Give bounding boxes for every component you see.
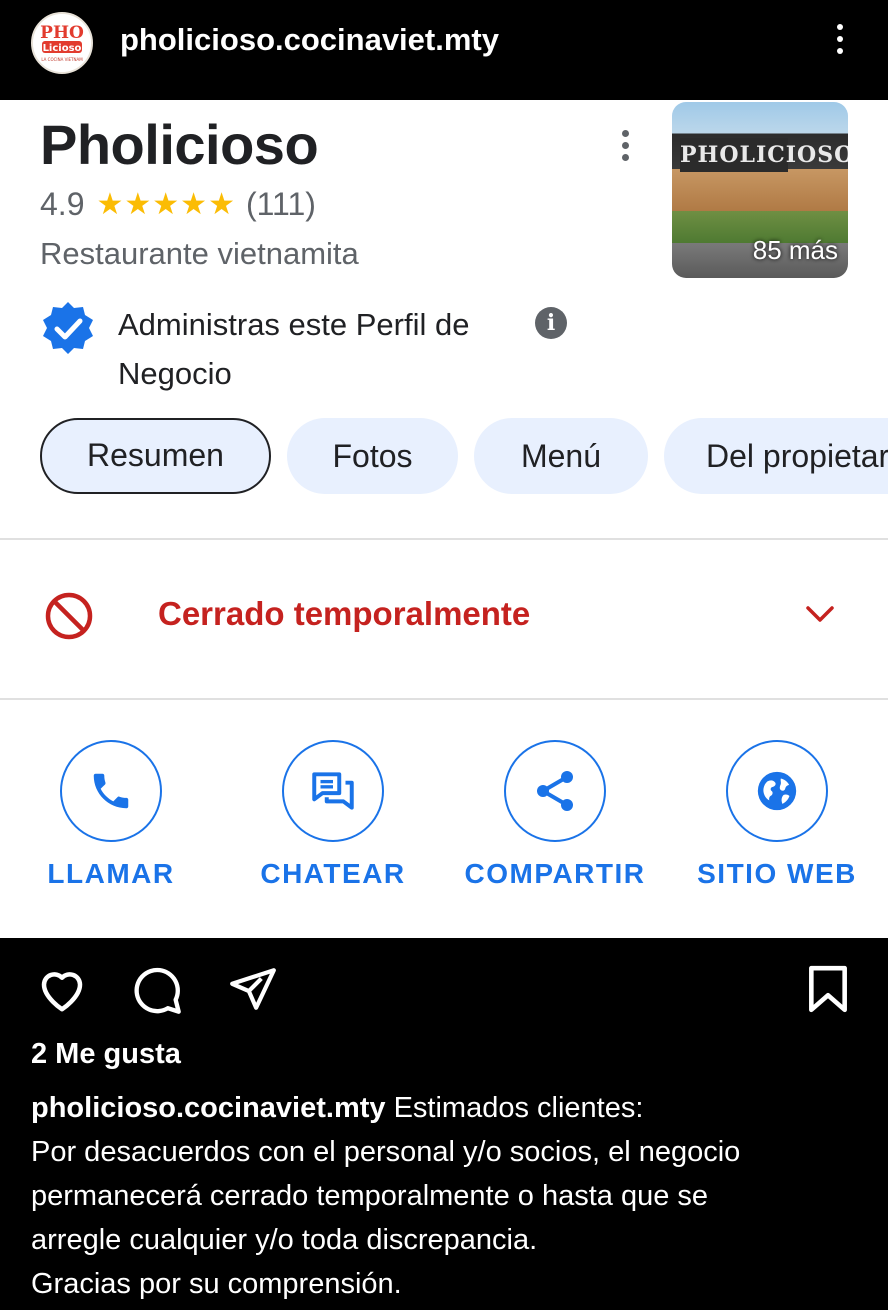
review-count: (111) [245,186,316,222]
info-icon[interactable]: i [535,307,567,339]
rating-row[interactable]: 4.9 ★★★★★ (111) [40,186,316,223]
closed-icon [45,592,93,640]
chat-label: CHATEAR [260,858,406,889]
call-button[interactable]: LLAMAR [0,740,222,890]
svg-text:LA COCINA VIETNAM: LA COCINA VIETNAM [41,57,83,62]
post-username[interactable]: pholicioso.cocinaviet.mty [120,22,499,58]
svg-text:Licioso: Licioso [43,43,82,54]
chat-circle [282,740,384,842]
share-circle [504,740,606,842]
photo-sign-text: PHOLICIOSO [680,138,848,172]
instagram-post-header: PHO Licioso LA COCINA VIETNAM pholicioso… [0,0,888,100]
rating-stars-icon: ★★★★★ [96,188,236,221]
tab-menu[interactable]: Menú [474,418,648,494]
profile-tabs: Resumen Fotos Menú Del propietario [40,418,888,494]
call-label: LLAMAR [47,858,175,889]
globe-icon [757,771,797,811]
chat-button[interactable]: CHATEAR [222,740,444,890]
website-circle [726,740,828,842]
verified-badge-icon [43,302,93,354]
bookmark-icon[interactable] [806,964,850,1014]
closed-status-text: Cerrado temporalmente [158,595,531,632]
card-more-icon[interactable] [618,130,632,166]
action-buttons: LLAMAR CHATEAR COMPARTIR SITIO WEB [0,740,888,920]
business-profile-card: Pholicioso 4.9 ★★★★★ (111) Restaurante v… [0,100,888,938]
chevron-down-icon[interactable] [804,598,836,630]
business-photo[interactable]: PHOLICIOSO 85 más [672,102,848,278]
share-button[interactable]: COMPARTIR [444,740,666,890]
more-vert-icon[interactable] [832,24,848,64]
chat-icon [312,772,354,810]
share-icon[interactable] [228,964,278,1014]
svg-text:PHO: PHO [40,23,84,43]
business-name: Pholicioso [40,113,319,176]
photo-more-count: 85 más [752,235,838,265]
share-nodes-icon [537,771,573,811]
comment-icon[interactable] [131,964,183,1016]
website-button[interactable]: SITIO WEB [666,740,888,890]
phone-icon [93,773,129,809]
website-label: SITIO WEB [697,858,857,889]
divider [0,698,888,700]
caption-line: permanecerá cerrado temporalmente o hast… [31,1180,709,1212]
rating-value: 4.9 [40,186,85,222]
verified-owner-text: Administras este Perfil de Negocio [118,307,470,391]
status-row[interactable]: Cerrado temporalmente [0,540,888,696]
profile-avatar[interactable]: PHO Licioso LA COCINA VIETNAM [31,12,93,74]
heart-icon[interactable] [35,964,89,1014]
share-label: COMPARTIR [464,858,646,889]
post-caption: pholicioso.cocinaviet.mty Estimados clie… [31,1086,861,1306]
post-action-bar [0,938,888,1028]
call-circle [60,740,162,842]
likes-count[interactable]: 2 Me gusta [31,1038,181,1071]
caption-line: Por desacuerdos con el personal y/o soci… [31,1136,741,1168]
tab-resumen[interactable]: Resumen [40,418,271,494]
caption-line: arregle cualquier y/o toda discrepancia. [31,1224,538,1256]
tab-del-propietario[interactable]: Del propietario [664,418,888,494]
tab-fotos[interactable]: Fotos [287,418,458,494]
caption-username[interactable]: pholicioso.cocinaviet.mty [31,1092,386,1124]
caption-line: Estimados clientes: [393,1092,644,1124]
caption-line: Gracias por su comprensión. [31,1268,402,1300]
business-category: Restaurante vietnamita [40,236,359,271]
pholicioso-logo-icon: PHO Licioso LA COCINA VIETNAM [33,14,91,72]
